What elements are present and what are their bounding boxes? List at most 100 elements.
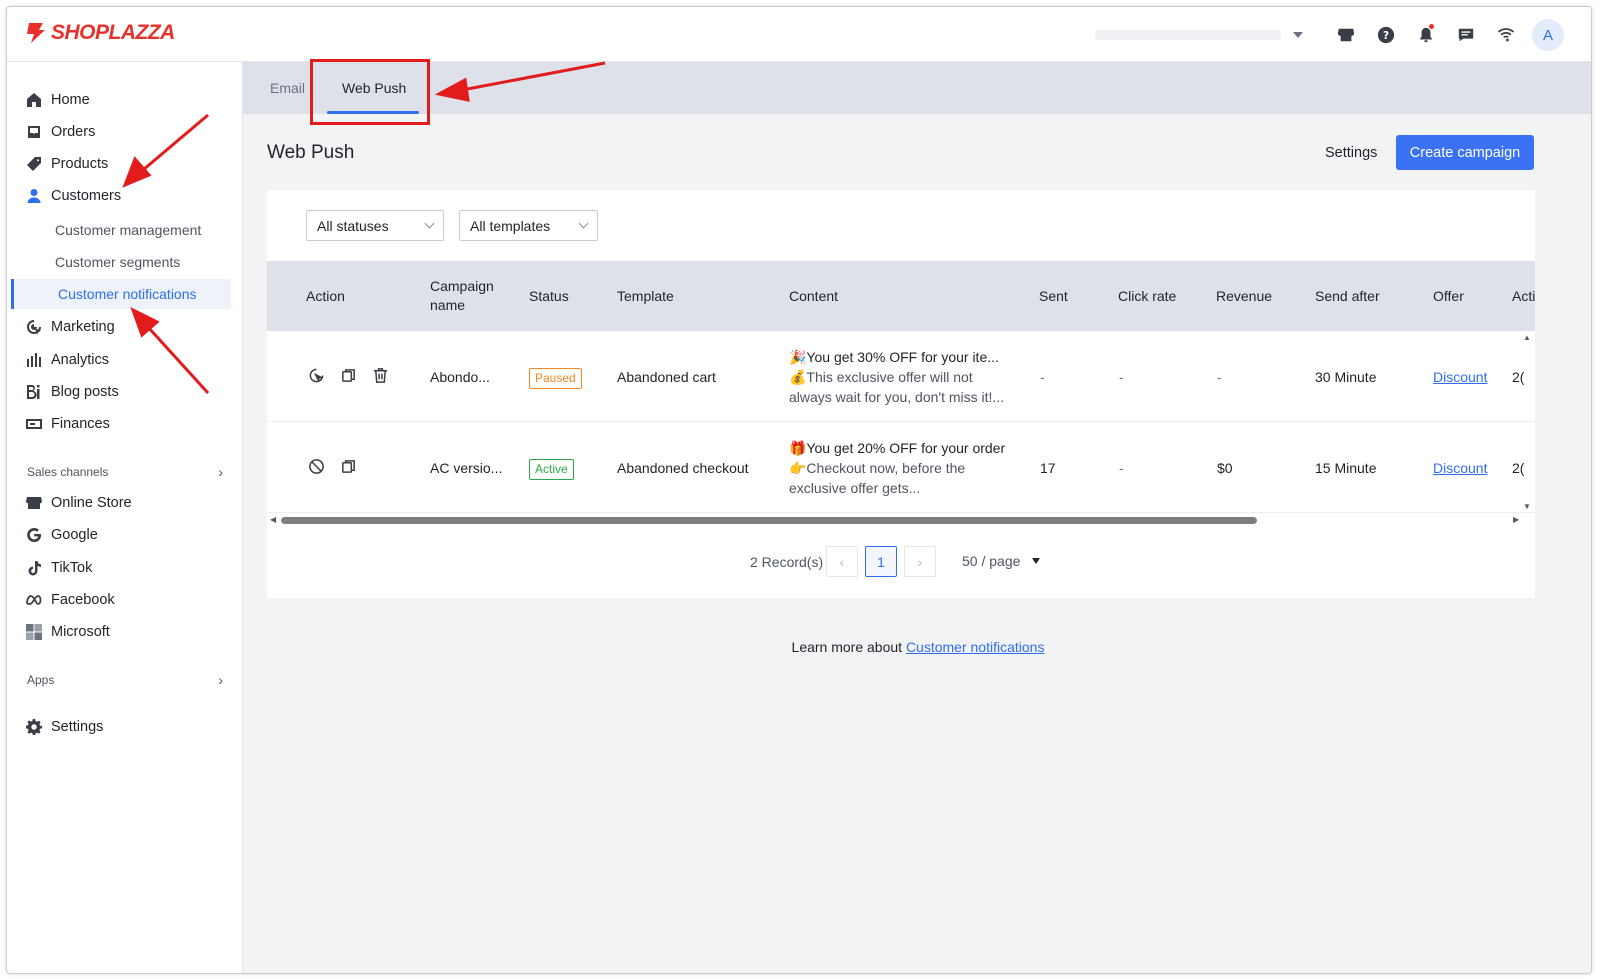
caret-down-icon	[1032, 558, 1041, 564]
sales-channels-label: Sales channels	[27, 465, 109, 479]
header-campaign-line2: name	[430, 297, 466, 313]
sidebar-item-label: Blog posts	[51, 384, 119, 400]
campaign-name[interactable]: AC versio...	[430, 458, 502, 478]
learn-more-prefix: Learn more about	[791, 639, 906, 655]
disable-icon[interactable]	[307, 457, 325, 475]
status-filter-select[interactable]: All statuses	[306, 210, 444, 241]
sidebar-item-label: Microsoft	[51, 624, 110, 640]
sales-channels-section[interactable]: Sales channels ›	[27, 464, 223, 480]
sidebar-item-customers[interactable]: Customers	[7, 181, 243, 211]
sidebar-item-label: TikTok	[51, 560, 93, 576]
message-icon[interactable]	[1450, 19, 1482, 51]
send-after-cell: 15 Minute	[1315, 460, 1377, 476]
send-after-cell: 30 Minute	[1315, 369, 1377, 385]
sidebar-item-settings[interactable]: Settings	[7, 712, 243, 742]
avatar[interactable]: A	[1532, 19, 1564, 51]
table-header: Action Campaign name Status Template Con…	[267, 261, 1535, 331]
sidebar-item-label: Settings	[51, 719, 104, 735]
sidebar-item-label: Marketing	[51, 319, 115, 335]
store-icon[interactable]	[1330, 19, 1362, 51]
apps-section[interactable]: Apps ›	[27, 672, 223, 688]
sidebar-subitem-customer-notifications[interactable]: Customer notifications	[11, 279, 231, 309]
google-icon	[25, 526, 43, 544]
content-body-line1: 💰This exclusive offer will not	[789, 369, 973, 385]
campaign-card: All statuses All templates Action Campai…	[267, 190, 1535, 598]
scroll-left-icon[interactable]: ◀	[270, 515, 276, 524]
offer-discount-link[interactable]: Discount	[1433, 458, 1487, 478]
sidebar-item-orders[interactable]: Orders	[7, 117, 243, 147]
prev-page-button[interactable]: ‹	[826, 546, 858, 577]
sidebar-item-label: Products	[51, 156, 109, 172]
sidebar-item-marketing[interactable]: Marketing	[7, 312, 243, 342]
scroll-right-icon[interactable]: ▶	[1513, 515, 1519, 524]
template-filter-select[interactable]: All templates	[459, 210, 598, 241]
blog-icon	[25, 383, 43, 401]
analytics-icon	[25, 351, 43, 369]
page-1-button[interactable]: 1	[865, 546, 897, 577]
apps-label: Apps	[27, 673, 55, 687]
sidebar-item-tiktok[interactable]: TikTok	[7, 553, 243, 583]
header-offer: Offer	[1433, 288, 1464, 304]
sidebar-item-blog-posts[interactable]: Blog posts	[7, 377, 243, 407]
sidebar-item-home[interactable]: Home	[7, 85, 243, 115]
store-icon	[25, 494, 43, 512]
horizontal-scrollbar[interactable]	[281, 517, 1257, 524]
content-cell: 🎁You get 20% OFF for your order 👉Checkou…	[789, 438, 1019, 498]
offer-discount-link[interactable]: Discount	[1433, 367, 1487, 387]
sidebar-subitem-customer-segments[interactable]: Customer segments	[7, 247, 243, 277]
sidebar-item-label: Customers	[51, 188, 122, 204]
sidebar-item-analytics[interactable]: Analytics	[7, 345, 243, 375]
tab-email[interactable]: Email	[270, 80, 305, 96]
brand-name: SHOPLAZZA	[51, 21, 175, 44]
wifi-icon[interactable]	[1490, 19, 1522, 51]
trash-icon[interactable]	[371, 366, 389, 384]
tag-icon	[25, 155, 43, 173]
pause-icon[interactable]	[307, 366, 325, 384]
sidebar-subitem-customer-management[interactable]: Customer management	[7, 215, 243, 245]
help-icon[interactable]: ?	[1370, 19, 1402, 51]
store-selector[interactable]	[1095, 24, 1307, 46]
sidebar-item-online-store[interactable]: Online Store	[7, 488, 243, 518]
gear-icon	[25, 718, 43, 736]
marketing-icon	[25, 318, 43, 336]
content-title: 🎉You get 30% OFF for your ite...	[789, 349, 999, 365]
home-icon	[25, 91, 43, 109]
next-page-button[interactable]: ›	[904, 546, 936, 577]
sidebar-item-label: Online Store	[51, 495, 132, 511]
sidebar-item-products[interactable]: Products	[7, 149, 243, 179]
copy-icon[interactable]	[339, 366, 357, 384]
sidebar-item-facebook[interactable]: Facebook	[7, 585, 243, 615]
bell-icon[interactable]	[1410, 19, 1442, 51]
finance-icon	[25, 415, 43, 433]
settings-button[interactable]: Settings	[1325, 145, 1377, 161]
header-template: Template	[617, 288, 674, 304]
status-badge: Active	[529, 459, 574, 480]
header-campaign-name: Campaign name	[430, 277, 494, 315]
scroll-down-icon[interactable]: ▼	[1523, 502, 1531, 511]
annotation-highlight-box	[310, 59, 430, 125]
chevron-down-icon	[578, 218, 589, 229]
record-count: 2 Record(s)	[750, 554, 824, 570]
template-cell: Abandoned cart	[617, 369, 716, 385]
chevron-down-icon	[424, 218, 435, 229]
notification-dot	[1429, 24, 1434, 29]
brand-logo[interactable]: SHOPLAZZA	[25, 21, 175, 45]
revenue-cell: $0	[1217, 460, 1233, 476]
per-page-value: 50 / page	[962, 553, 1021, 569]
customer-notifications-link[interactable]: Customer notifications	[906, 639, 1045, 655]
scroll-up-icon[interactable]: ▲	[1523, 333, 1531, 342]
header-campaign-line1: Campaign	[430, 278, 494, 294]
campaign-name[interactable]: Abondo...	[430, 367, 490, 387]
copy-icon[interactable]	[339, 457, 357, 475]
create-campaign-button[interactable]: Create campaign	[1396, 135, 1534, 170]
header-revenue: Revenue	[1216, 288, 1273, 304]
sidebar-item-google[interactable]: Google	[7, 520, 243, 550]
header-action: Action	[306, 288, 345, 304]
tabs-bar: Email Web Push	[243, 62, 1591, 114]
chevron-right-icon: ›	[218, 464, 223, 480]
revenue-cell: -	[1217, 369, 1222, 385]
sidebar-item-finances[interactable]: Finances	[7, 409, 243, 439]
sidebar-item-label: Home	[51, 92, 90, 108]
content-cell: 🎉You get 30% OFF for your ite... 💰This e…	[789, 347, 1019, 407]
per-page-select[interactable]: 50 / page	[962, 553, 1041, 569]
